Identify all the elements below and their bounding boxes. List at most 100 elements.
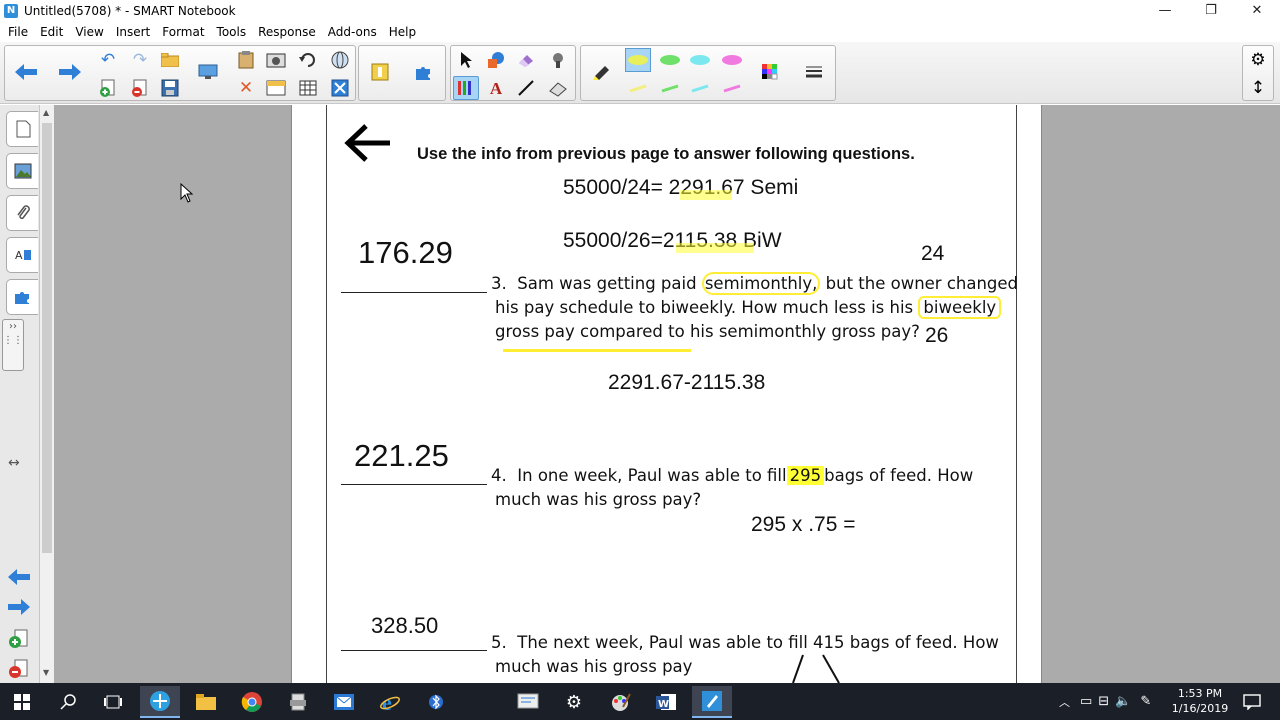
add-ons-tab-icon[interactable] bbox=[6, 279, 38, 315]
menu-response[interactable]: Response bbox=[252, 25, 322, 39]
eraser-icon[interactable] bbox=[545, 76, 571, 100]
highlighter-yellow-icon[interactable] bbox=[625, 48, 651, 72]
highlighter-icon[interactable] bbox=[589, 60, 615, 84]
redo-icon[interactable]: ↷ bbox=[127, 48, 153, 72]
text-tool-icon[interactable]: A bbox=[483, 76, 509, 100]
taskbar-smart-tools-icon[interactable] bbox=[140, 686, 180, 718]
next-page-side-icon[interactable] bbox=[8, 599, 30, 619]
start-windows-icon[interactable] bbox=[2, 686, 42, 718]
q5-handwritten-marks bbox=[792, 654, 840, 683]
scroll-thumb[interactable] bbox=[42, 123, 52, 553]
q3-underline-highlight bbox=[503, 349, 691, 352]
settings-icon[interactable]: ⚙ bbox=[554, 686, 594, 718]
document-camera-icon[interactable] bbox=[327, 76, 353, 100]
previous-page-side-icon[interactable] bbox=[8, 569, 30, 589]
restore-button[interactable]: ❐ bbox=[1188, 0, 1234, 22]
menu-add-ons[interactable]: Add-ons bbox=[322, 25, 383, 39]
file-explorer-icon[interactable] bbox=[186, 686, 226, 718]
q5-answer: 328.50 bbox=[371, 613, 439, 638]
notebook-page[interactable]: Use the info from previous page to answe… bbox=[291, 105, 1042, 683]
screen-shade-icon[interactable] bbox=[263, 76, 289, 100]
menu-edit[interactable]: Edit bbox=[34, 25, 69, 39]
menu-file[interactable]: File bbox=[2, 25, 34, 39]
move-toolbar-icon[interactable]: ↕ bbox=[1245, 76, 1271, 100]
table-icon[interactable] bbox=[295, 76, 321, 100]
scroll-up-icon[interactable]: ▲ bbox=[43, 108, 49, 117]
notifications-icon[interactable] bbox=[1232, 686, 1272, 718]
word-icon[interactable]: W bbox=[646, 686, 686, 718]
battery-icon[interactable]: ▭ bbox=[1080, 694, 1092, 709]
response-icon[interactable] bbox=[367, 60, 393, 84]
highlighter-line-pink-icon[interactable] bbox=[719, 76, 745, 100]
color-palette-icon[interactable] bbox=[757, 60, 783, 84]
screen-capture-icon[interactable] bbox=[263, 48, 289, 72]
save-icon[interactable] bbox=[157, 76, 183, 100]
pen-workspace-icon[interactable]: ✎ bbox=[1140, 694, 1151, 709]
q5-text-1: The next week, Paul was able to fill 415… bbox=[517, 633, 999, 652]
taskbar-clock[interactable]: 1:53 PM 1/16/2019 bbox=[1170, 686, 1230, 716]
back-arrow-icon[interactable] bbox=[344, 123, 392, 163]
close-button[interactable]: ✕ bbox=[1234, 0, 1280, 22]
menu-view[interactable]: View bbox=[69, 25, 109, 39]
highlighter-line-cyan-icon[interactable] bbox=[687, 76, 713, 100]
highlighter-line-yellow-icon[interactable] bbox=[625, 76, 651, 100]
bluetooth-icon[interactable] bbox=[416, 686, 456, 718]
highlighter-line-green-icon[interactable] bbox=[657, 76, 683, 100]
whiteboard-app-icon[interactable] bbox=[508, 686, 548, 718]
clock-date: 1/16/2019 bbox=[1171, 702, 1229, 715]
show-hide-screen-icon[interactable] bbox=[195, 60, 221, 84]
add-page-side-icon[interactable] bbox=[8, 629, 30, 653]
outlook-icon[interactable] bbox=[324, 686, 364, 718]
paste-icon[interactable] bbox=[233, 48, 259, 72]
line-tool-icon[interactable] bbox=[513, 76, 539, 100]
highlighter-pink-icon[interactable] bbox=[719, 48, 745, 72]
task-view-icon[interactable] bbox=[93, 686, 133, 718]
line-style-icon[interactable] bbox=[801, 60, 827, 84]
delete-page-icon[interactable] bbox=[127, 76, 153, 100]
gallery-tab-icon[interactable] bbox=[6, 153, 38, 189]
add-ons-puzzle-icon[interactable] bbox=[411, 60, 437, 84]
smart-notebook-taskbar-icon[interactable] bbox=[692, 686, 732, 718]
scroll-down-icon[interactable]: ▼ bbox=[43, 668, 49, 677]
properties-tab-icon[interactable]: A bbox=[6, 237, 38, 273]
menu-tools[interactable]: Tools bbox=[211, 25, 253, 39]
document-app-icon[interactable] bbox=[278, 686, 318, 718]
internet-explorer-icon[interactable]: e bbox=[370, 686, 410, 718]
attachments-tab-icon[interactable] bbox=[6, 195, 38, 231]
search-icon[interactable] bbox=[48, 686, 88, 718]
pens-icon[interactable] bbox=[453, 76, 479, 100]
menu-insert[interactable]: Insert bbox=[110, 25, 156, 39]
delete-object-icon[interactable]: ✕ bbox=[233, 76, 259, 100]
internet-browser-icon[interactable] bbox=[327, 48, 353, 72]
delete-page-side-icon[interactable] bbox=[8, 659, 30, 683]
side-panel-scrollbar[interactable]: ▲ ▼ bbox=[40, 105, 54, 683]
select-arrow-icon[interactable] bbox=[453, 48, 479, 72]
highlighter-cyan-icon[interactable] bbox=[687, 48, 713, 72]
add-page-icon[interactable] bbox=[95, 76, 121, 100]
menu-format[interactable]: Format bbox=[156, 25, 210, 39]
q3-line2: his pay schedule to biweekly. How much l… bbox=[495, 296, 1002, 320]
resize-arrows-icon[interactable]: ↔ bbox=[8, 455, 20, 471]
shapes-icon[interactable] bbox=[483, 48, 509, 72]
open-folder-icon[interactable] bbox=[157, 48, 183, 72]
page-border-right bbox=[1016, 105, 1017, 683]
show-hidden-icons-icon[interactable]: ︿ bbox=[1059, 694, 1070, 710]
volume-icon[interactable]: 🔈 bbox=[1115, 694, 1131, 709]
refresh-icon[interactable] bbox=[295, 48, 321, 72]
highlighter-green-icon[interactable] bbox=[657, 48, 683, 72]
gear-icon[interactable]: ⚙ bbox=[1245, 48, 1271, 72]
magic-pen-icon[interactable] bbox=[545, 48, 571, 72]
network-icon[interactable]: ⊟ bbox=[1098, 694, 1109, 709]
paint-app-icon[interactable] bbox=[600, 686, 640, 718]
previous-page-icon[interactable] bbox=[13, 60, 39, 84]
tab-collapse-handle[interactable]: ›› ⋮⋮ bbox=[2, 319, 24, 371]
q4-line2: much was his gross pay? bbox=[495, 490, 702, 509]
window-title: Untitled(5708) * - SMART Notebook bbox=[24, 4, 236, 18]
eraser-shape-icon[interactable] bbox=[513, 48, 539, 72]
page-sorter-tab-icon[interactable] bbox=[6, 111, 38, 147]
next-page-icon[interactable] bbox=[57, 60, 83, 84]
menu-help[interactable]: Help bbox=[383, 25, 422, 39]
minimize-button[interactable]: — bbox=[1142, 0, 1188, 22]
chrome-icon[interactable] bbox=[232, 686, 272, 718]
undo-icon[interactable]: ↶ bbox=[95, 48, 121, 72]
